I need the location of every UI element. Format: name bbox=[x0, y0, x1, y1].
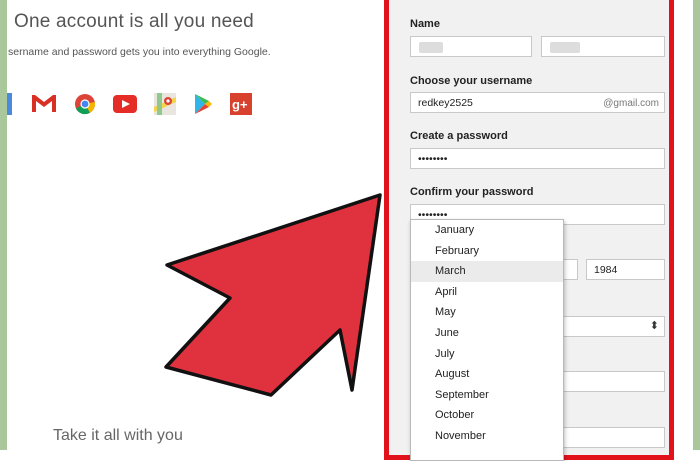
pointer-arrow-icon bbox=[164, 193, 382, 397]
